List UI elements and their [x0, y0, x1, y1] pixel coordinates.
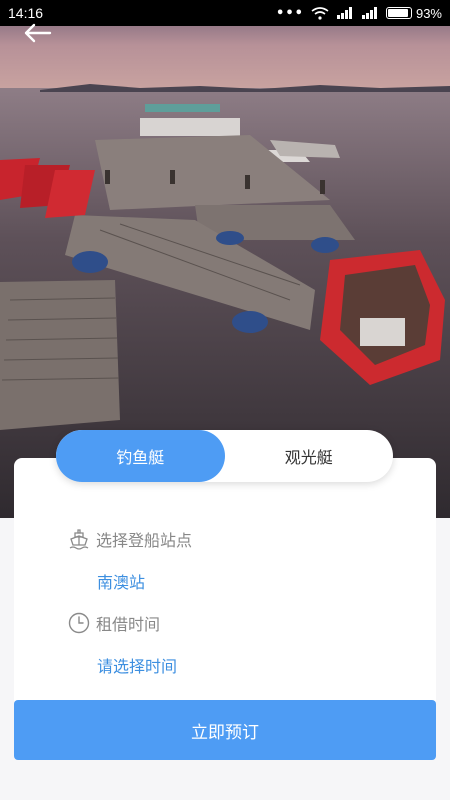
screen: 14:16 ••• 93% 钓鱼艇 观光艇 选择登船站点 南澳站 租借时间 请选…: [0, 0, 450, 800]
wifi-icon: [311, 6, 329, 20]
clock-icon: [68, 612, 90, 634]
boat-type-tabs: 钓鱼艇 观光艇: [56, 430, 393, 482]
battery: 93%: [385, 5, 442, 21]
tab-sightseeing-boat[interactable]: 观光艇: [225, 430, 394, 482]
tab-fishing-boat[interactable]: 钓鱼艇: [56, 430, 225, 482]
boat-icon: [69, 529, 89, 550]
rental-time-field: 租借时间 请选择时间: [68, 611, 177, 677]
battery-fill: [387, 9, 409, 17]
back-button[interactable]: [22, 22, 54, 44]
signal-icon: [336, 7, 352, 19]
status-icons: ••• 93%: [276, 6, 442, 21]
time-label-row: 租借时间: [68, 611, 177, 635]
notification-dots: •••: [276, 5, 304, 21]
time-value[interactable]: 请选择时间: [97, 653, 177, 677]
status-bar: 14:16 ••• 93%: [0, 0, 450, 26]
arrow-left-icon: [24, 23, 52, 43]
status-time: 14:16: [8, 5, 44, 21]
station-label-row: 选择登船站点: [68, 527, 192, 551]
battery-percent: 93%: [415, 5, 442, 21]
book-now-button[interactable]: 立即预订: [14, 700, 436, 760]
station-value[interactable]: 南澳站: [97, 569, 192, 593]
battery-icon: [385, 7, 412, 19]
time-label: 租借时间: [96, 615, 161, 634]
station-label: 选择登船站点: [96, 531, 193, 550]
station-field: 选择登船站点 南澳站: [68, 527, 192, 593]
signal-icon-2: [361, 7, 377, 19]
